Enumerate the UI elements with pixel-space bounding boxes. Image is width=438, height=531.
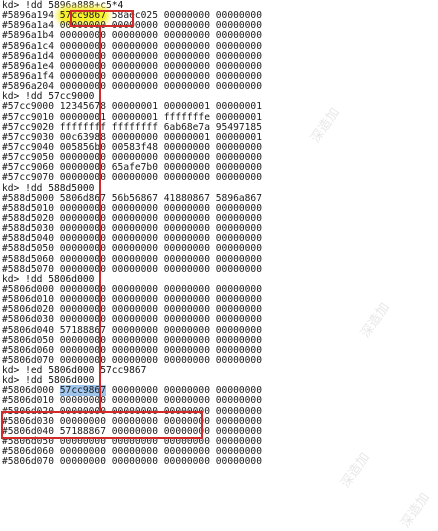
memory-value: 00000000 xyxy=(215,456,262,468)
memory-value: 00000000 xyxy=(111,81,158,93)
memory-value: 00000000 xyxy=(215,81,262,93)
memory-value: 00000000 xyxy=(59,456,106,468)
memory-value: 00000000 xyxy=(163,172,210,184)
memory-value: 00000000 xyxy=(111,263,158,275)
memory-value: 00000000 xyxy=(215,354,262,366)
memory-value: 00000000 xyxy=(163,263,210,275)
watermark: 深造加 xyxy=(398,490,433,531)
memory-address: #5806d070 xyxy=(2,456,54,468)
memory-value: 00000000 xyxy=(163,456,210,468)
memory-value: 00000000 xyxy=(163,81,210,93)
memory-value: 00000000 xyxy=(215,172,262,184)
memory-value: 00000000 xyxy=(111,172,158,184)
memory-value: 00000000 xyxy=(163,354,210,366)
memory-row: #5806d070 00000000 00000000 00000000 000… xyxy=(2,457,436,467)
memory-value: 00000000 xyxy=(215,263,262,275)
debugger-console-output[interactable]: kd> !dd 5896a888+c5*4 #5896a194 57cc9867 … xyxy=(2,0,436,467)
memory-value: 00000000 xyxy=(111,456,158,468)
